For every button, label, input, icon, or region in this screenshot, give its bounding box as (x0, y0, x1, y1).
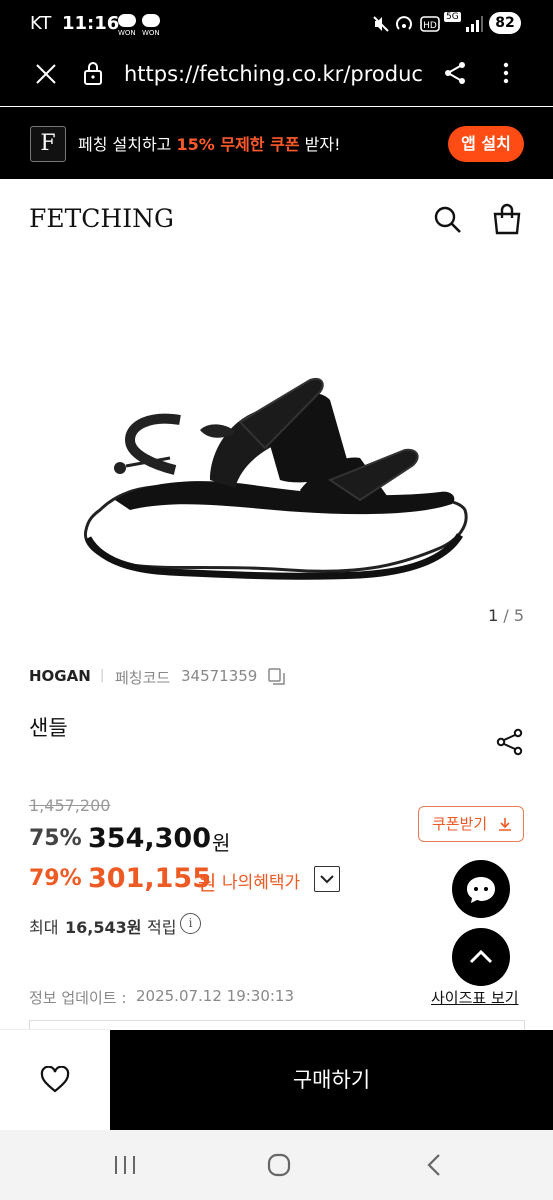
clock: 11:16 (62, 13, 120, 34)
product-code-label: 페칭코드 (115, 669, 171, 687)
image-total: 5 (513, 606, 524, 625)
site-logo[interactable]: FETCHING (29, 204, 174, 233)
more-options-icon[interactable] (500, 60, 512, 86)
best-discount-rate: 79% (29, 866, 82, 891)
wishlist-button[interactable] (0, 1030, 110, 1130)
hotspot-icon (396, 16, 412, 30)
points-suffix: 적립 (147, 918, 177, 937)
best-price: 301,155 (88, 863, 211, 894)
won-icon (142, 14, 160, 27)
hd-icon: HD (420, 16, 440, 32)
sale-price: 354,300 (88, 823, 211, 854)
search-icon[interactable] (433, 205, 463, 235)
shopping-bag-icon[interactable] (492, 203, 522, 235)
image-separator: / (498, 606, 514, 625)
get-coupon-label: 쿠폰받기 (432, 815, 488, 833)
back-icon[interactable] (424, 1152, 444, 1178)
price-currency: 원 (212, 831, 231, 855)
brand-name[interactable]: HOGAN (29, 667, 91, 685)
product-title: 샌들 (29, 716, 68, 740)
size-chart-link[interactable]: 사이즈표 보기 (431, 987, 519, 1008)
original-price: 1,457,200 (29, 796, 111, 815)
network-badge: 5G (444, 12, 461, 22)
heart-icon (40, 1066, 70, 1093)
banner-text-start: 페칭 설치하고 (78, 135, 177, 154)
points-label: 최대 (29, 918, 59, 937)
best-price-currency: 원 (198, 871, 217, 895)
product-code: 34571359 (181, 667, 258, 685)
chevron-down-icon (320, 875, 334, 884)
update-label: 정보 업데이트 : (29, 989, 127, 1007)
buy-button[interactable]: 구매하기 (110, 1030, 553, 1130)
divider: | (100, 668, 105, 683)
won-label: WON (118, 29, 136, 37)
chat-icon (467, 877, 495, 903)
update-timestamp: 2025.07.12 19:30:13 (136, 987, 295, 1005)
won-label: WON (142, 29, 160, 37)
lock-icon[interactable] (82, 60, 104, 86)
mute-icon (373, 16, 389, 32)
install-app-button[interactable]: 앱 설치 (448, 126, 524, 162)
copy-icon[interactable] (268, 668, 286, 686)
battery-indicator: 82 (489, 12, 521, 34)
system-nav-bar (0, 1130, 553, 1200)
home-icon[interactable] (266, 1152, 292, 1178)
points-value: 16,543원 (65, 918, 142, 937)
info-icon[interactable]: i (180, 913, 201, 934)
image-counter: 1 / 5 (470, 606, 524, 625)
url-field[interactable]: https://fetching.co.kr/produc (124, 62, 424, 86)
my-benefit-label: 나의혜택가 (222, 873, 301, 893)
share-icon[interactable] (442, 60, 468, 86)
product-image[interactable] (60, 370, 500, 590)
download-icon (499, 818, 511, 831)
banner-highlight: 15% 무제한 쿠폰 (176, 135, 300, 154)
carrier-label: KT (30, 13, 52, 34)
fetching-app-logo: F (30, 126, 66, 162)
close-icon[interactable] (34, 62, 58, 86)
scroll-to-top-button[interactable] (452, 928, 510, 986)
discount-rate: 75% (29, 826, 82, 851)
banner-message: 페칭 설치하고 15% 무제한 쿠폰 받자! (78, 131, 341, 155)
banner-text-end: 받자! (299, 135, 341, 154)
chat-button[interactable] (452, 860, 510, 918)
svg-text:HD: HD (423, 21, 437, 31)
get-coupon-button[interactable]: 쿠폰받기 (418, 806, 524, 842)
status-bar: KT 11:16 WON WON HD 5G 82 (0, 0, 553, 48)
won-icon (118, 14, 136, 27)
recent-apps-icon[interactable] (112, 1153, 138, 1177)
signal-icon (466, 16, 483, 32)
share-icon[interactable] (496, 728, 524, 756)
benefit-expand-toggle[interactable] (314, 866, 340, 892)
image-current: 1 (488, 606, 499, 625)
chevron-up-icon (469, 949, 493, 964)
